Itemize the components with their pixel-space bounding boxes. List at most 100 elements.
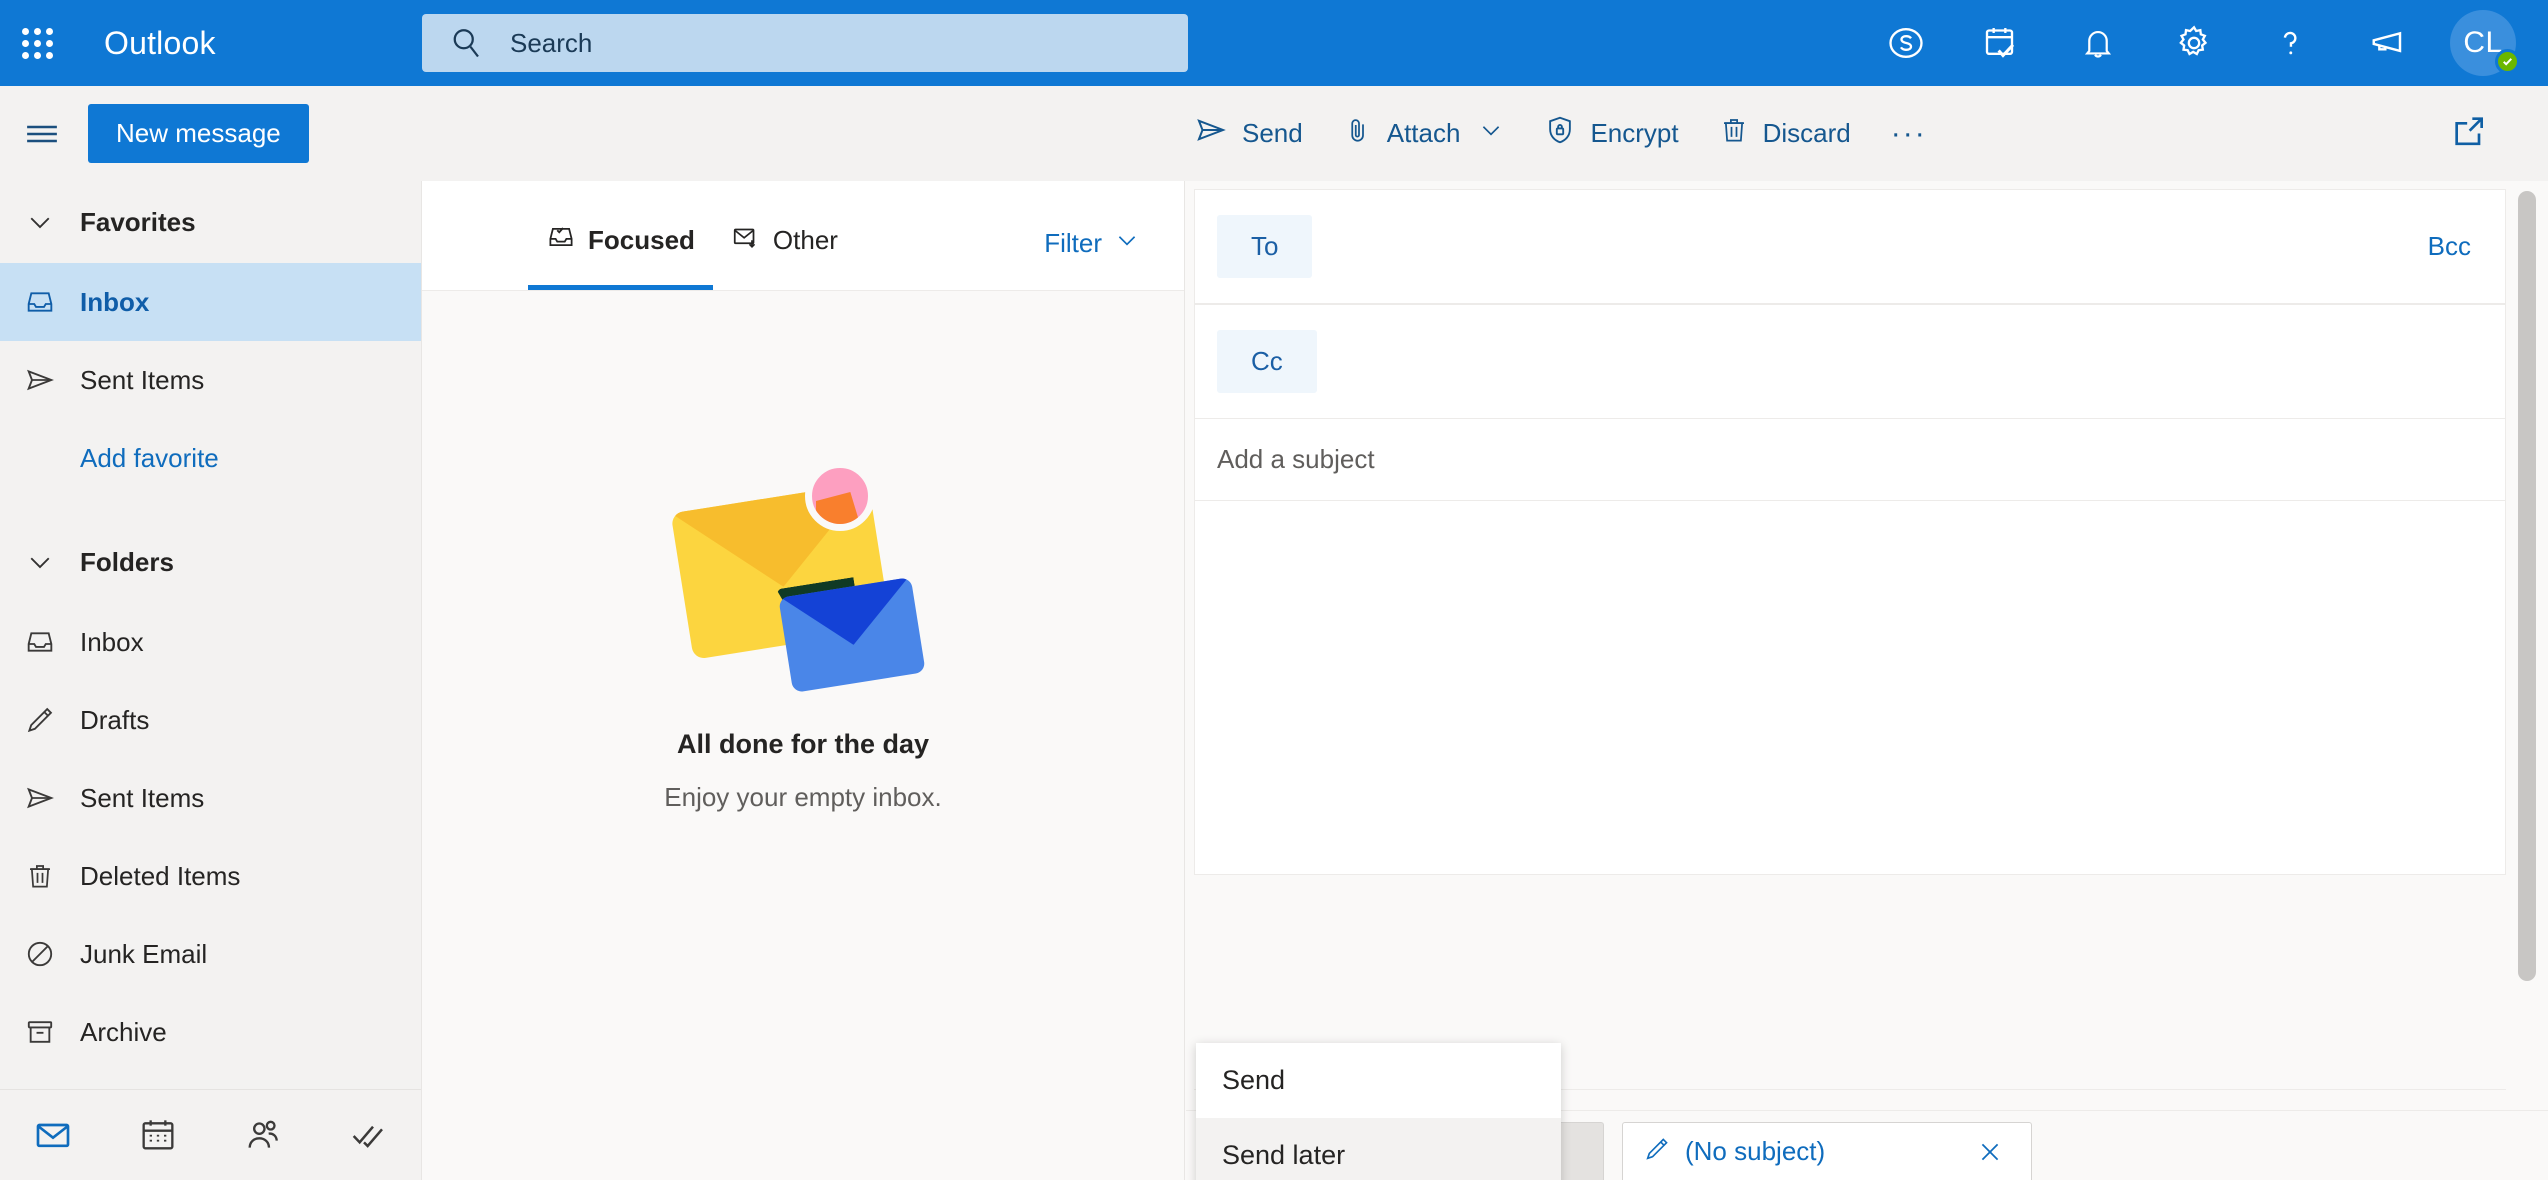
inbox-icon [14,626,66,658]
compose-fields: To Bcc Cc Add a subject [1194,189,2506,875]
top-header-bar: Outlook Search CL [0,0,2548,86]
sidebar-module-switcher [0,1089,421,1180]
sidebar-add-favorite[interactable]: Add favorite [0,419,421,497]
megaphone-icon[interactable] [2338,0,2434,86]
filter-label: Filter [1044,228,1102,258]
sidebar-group-favorites[interactable]: Favorites [0,181,421,263]
tab-other-label: Other [772,224,838,255]
sidebar-item-favorites-inbox[interactable]: Inbox [0,263,421,341]
calendar-check-icon[interactable] [1954,0,2050,86]
pencil-icon [14,704,66,736]
brand-title[interactable]: Outlook [104,25,216,62]
sidebar-group-label: Favorites [80,206,196,237]
encrypt-command-label: Encrypt [1590,118,1679,148]
cc-field-row[interactable]: Cc [1194,304,2506,419]
search-input[interactable]: Search [422,14,1188,72]
sidebar-item-label: Deleted Items [80,860,241,891]
bcc-toggle[interactable]: Bcc [2428,231,2471,262]
nav-toggle-button[interactable] [0,86,84,181]
discard-command-label: Discard [1762,118,1851,148]
compose-scrollbar[interactable] [2518,191,2536,1141]
scrollbar-thumb[interactable] [2518,191,2536,981]
message-list-header: Focused Other Filter [422,181,1184,291]
todo-check-icon[interactable] [315,1090,420,1180]
compose-pane: To Bcc Cc Add a subject Send Send later [1186,181,2548,1180]
paperclip-icon [1343,113,1373,154]
sidebar-item-label: Inbox [80,286,150,317]
taskbar-draft-tab[interactable]: (No subject) [1622,1122,2032,1180]
trash-icon [14,860,66,892]
attach-command-label: Attach [1386,118,1461,148]
sidebar-item-junk-email[interactable]: Junk Email [0,915,421,993]
calendar-icon[interactable] [105,1090,210,1180]
filter-dropdown[interactable]: Filter [1044,227,1140,260]
close-icon[interactable] [1969,1138,2011,1166]
tab-other[interactable]: Other [713,190,856,290]
new-message-button[interactable]: New message [88,104,309,163]
sidebar-item-label: Archive [80,1016,167,1047]
outlook-web-app: Outlook Search CL New message Send Attac… [0,0,2548,1180]
menu-item-send-later[interactable]: Send later [1196,1118,1561,1180]
subject-placeholder: Add a subject [1217,444,1375,474]
focused-inbox-icon [546,222,576,259]
chevron-down-icon [1114,227,1140,260]
sidebar-item-sent-items[interactable]: Sent Items [0,759,421,837]
mail-icon[interactable] [0,1090,105,1180]
subject-field-row[interactable]: Add a subject [1194,419,2506,501]
archive-icon [14,1016,66,1048]
empty-inbox-state: All done for the day Enjoy your empty in… [422,291,1184,813]
sidebar-item-drafts[interactable]: Drafts [0,681,421,759]
send-icon [1194,113,1228,154]
to-field-row[interactable]: To Bcc [1194,189,2506,304]
send-options-menu: Send Send later [1196,1043,1561,1180]
blue-envelope-shape [778,577,926,693]
cc-label-pill[interactable]: Cc [1217,330,1317,393]
open-new-window-icon [2449,111,2489,156]
chevron-down-icon [1478,117,1504,150]
pencil-icon [1643,1135,1671,1168]
send-icon [14,782,66,814]
skype-icon[interactable] [1858,0,1954,86]
people-icon[interactable] [210,1090,315,1180]
empty-state-title: All done for the day [676,729,930,759]
command-bar: New message Send Attach Encrypt Discard … [0,86,2548,181]
draft-tab-label: (No subject) [1685,1136,1826,1166]
more-command-button[interactable]: ··· [1871,102,1947,166]
gear-icon[interactable] [2146,0,2242,86]
chevron-down-icon [14,547,66,577]
message-body-editor[interactable] [1194,501,2506,875]
sidebar-item-label: Junk Email [80,938,208,969]
sidebar-scroll-region: Favorites Inbox Sent Items Add favorite … [0,181,421,1089]
message-list-pane: Focused Other Filter All done for the da… [422,181,1185,1180]
sidebar-item-deleted-items[interactable]: Deleted Items [0,837,421,915]
send-command-label: Send [1242,118,1303,148]
attach-command-button[interactable]: Attach [1323,102,1525,166]
to-label-pill[interactable]: To [1217,215,1313,278]
add-favorite-label: Add favorite [80,442,219,473]
trash-icon [1719,113,1749,154]
popout-button[interactable] [2434,86,2504,181]
avatar[interactable]: CL [2440,0,2526,86]
tab-focused[interactable]: Focused [528,190,713,290]
waffle-icon [21,27,53,59]
search-icon [448,25,484,61]
sidebar-item-favorites-sent[interactable]: Sent Items [0,341,421,419]
inbox-icon [14,286,66,318]
empty-inbox-illustration [653,457,953,697]
sidebar-item-archive[interactable]: Archive [0,993,421,1071]
app-launcher-button[interactable] [0,0,74,86]
other-mail-icon [731,222,761,259]
encrypt-command-button[interactable]: Encrypt [1524,102,1698,166]
block-icon [14,938,66,970]
help-icon[interactable] [2242,0,2338,86]
discard-command-button[interactable]: Discard [1699,102,1871,166]
sidebar-group-folders[interactable]: Folders [0,521,421,603]
search-placeholder: Search [510,27,593,58]
bell-icon[interactable] [2050,0,2146,86]
send-command-button[interactable]: Send [1174,102,1323,166]
empty-state-subtitle: Enjoy your empty inbox. [664,782,942,812]
menu-item-send[interactable]: Send [1196,1043,1561,1118]
sidebar-item-inbox[interactable]: Inbox [0,603,421,681]
chevron-down-icon [14,207,66,237]
sidebar-group-label: Folders [80,546,174,577]
